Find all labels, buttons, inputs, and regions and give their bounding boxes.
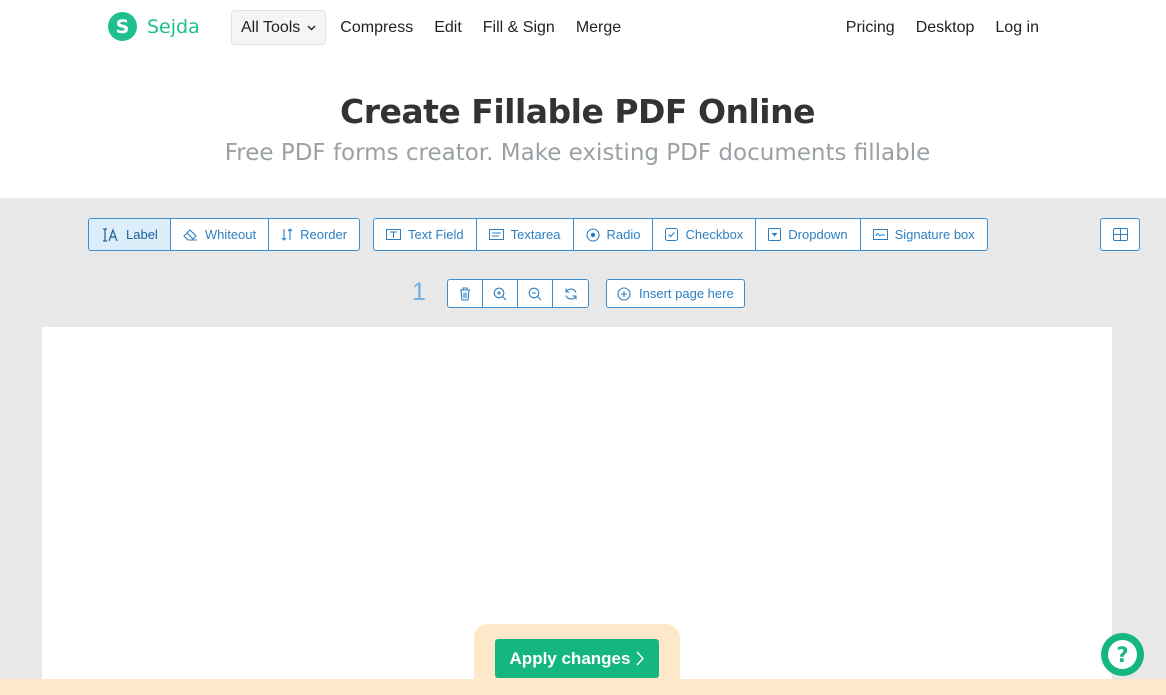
nav-link-fill-sign[interactable]: Fill & Sign [483,10,555,45]
page-tools-group [447,279,589,308]
label-tool-button[interactable]: Label [89,219,171,250]
delete-page-button[interactable] [448,280,483,307]
checkbox-tool-button[interactable]: Checkbox [653,219,757,250]
apply-changes-button[interactable]: Apply changes [495,639,659,678]
text-cursor-icon [101,227,119,242]
nav-left: All Tools Compress Edit Fill & Sign Merg… [231,10,621,45]
zoom-out-button[interactable] [518,280,553,307]
rotate-icon [564,287,578,301]
dropdown-tool-text: Dropdown [788,227,848,242]
whiteout-tool-text: Whiteout [204,227,257,242]
rotate-page-button[interactable] [553,280,588,307]
textarea-tool-button[interactable]: Textarea [477,219,574,250]
text-field-tool-button[interactable]: Text Field [374,219,477,250]
text-field-tool-text: Text Field [408,227,464,242]
zoom-in-button[interactable] [483,280,518,307]
apply-changes-label: Apply changes [509,648,631,668]
signature-box-tool-text: Signature box [894,227,975,242]
nav-link-compress[interactable]: Compress [340,10,413,45]
toolbar-group-edit: Label Whiteout Reorder [88,218,361,251]
toolbar-group-forms: Text Field Textarea Radio Checkbox Dropd… [373,218,988,251]
label-tool-text: Label [126,227,158,242]
page-subtitle: Free PDF forms creator. Make existing PD… [224,140,931,166]
sejda-logo[interactable]: S Sejda [108,12,200,41]
radio-tool-button[interactable]: Radio [574,219,654,250]
chevron-down-icon [307,25,316,31]
radio-icon [585,227,600,242]
radio-tool-text: Radio [606,227,641,242]
plus-circle-icon [617,286,631,301]
logo-mark-icon: S [108,12,137,41]
textarea-tool-text: Textarea [510,227,561,242]
dropdown-tool-button[interactable]: Dropdown [756,219,861,250]
insert-page-label: Insert page here [639,286,734,301]
editor-workspace: Label Whiteout Reorder Text Field Textar… [0,198,1166,695]
textarea-icon [488,229,504,240]
nav-link-desktop[interactable]: Desktop [916,10,975,45]
checkbox-tool-text: Checkbox [685,227,744,242]
chevron-right-icon [636,651,645,666]
all-tools-label: All Tools [241,18,301,36]
grid-view-icon [1112,228,1128,241]
insert-page-button[interactable]: Insert page here [606,279,745,308]
reorder-arrows-icon [281,228,293,241]
reorder-tool-text: Reorder [300,227,348,242]
trash-icon [459,286,471,301]
nav-link-pricing[interactable]: Pricing [846,10,895,45]
help-icon: ? [1108,640,1137,669]
top-navigation: S Sejda All Tools Compress Edit Fill & S… [0,0,1166,56]
page-title: Create Fillable PDF Online [340,92,816,131]
all-tools-dropdown[interactable]: All Tools [231,10,327,45]
dropdown-icon [768,228,782,241]
signature-icon [872,229,888,240]
nav-link-edit[interactable]: Edit [434,10,462,45]
help-button[interactable]: ? [1101,633,1144,676]
grid-view-button[interactable] [1100,218,1140,251]
zoom-in-icon [493,287,507,301]
nav-right: Pricing Desktop Log in [825,10,1039,45]
whiteout-tool-button[interactable]: Whiteout [171,219,270,250]
nav-link-merge[interactable]: Merge [576,10,621,45]
text-field-icon [386,229,401,240]
nav-link-login[interactable]: Log in [995,10,1039,45]
zoom-out-icon [528,287,542,301]
eraser-icon [183,228,198,241]
signature-box-tool-button[interactable]: Signature box [861,219,987,250]
page-number: 1 [412,278,426,306]
checkbox-icon [665,228,679,241]
logo-text: Sejda [147,15,200,38]
reorder-tool-button[interactable]: Reorder [269,219,359,250]
